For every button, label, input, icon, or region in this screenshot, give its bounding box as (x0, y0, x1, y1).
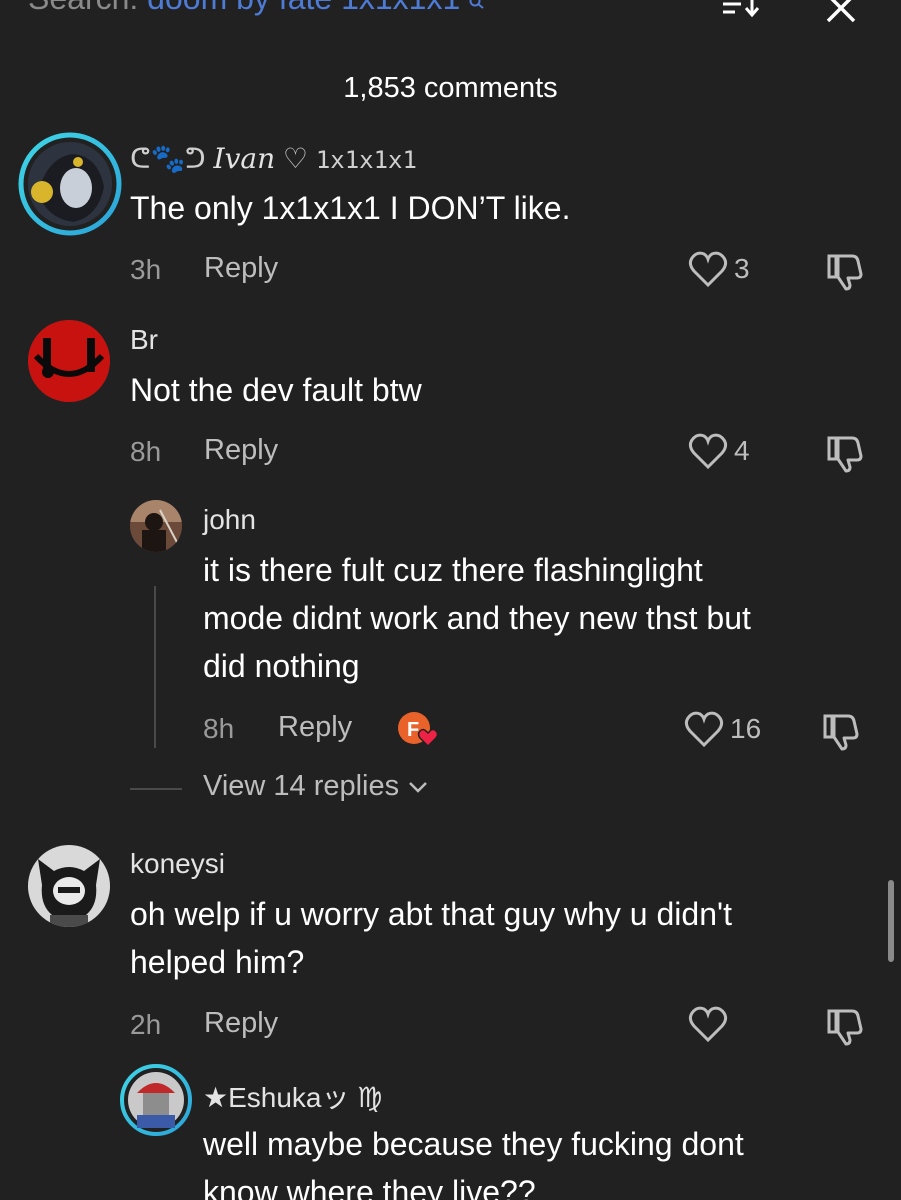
reply-text: it is there fult cuz there flashinglight… (203, 546, 893, 690)
like-count: 3 (734, 253, 750, 284)
comment-time: 8h (130, 436, 162, 467)
comment-text: Not the dev fault btw (130, 372, 422, 408)
like-count: 16 (730, 713, 762, 744)
reply-text-line: mode didnt work and they new thst but (203, 600, 751, 636)
like-button[interactable] (688, 1005, 734, 1043)
username-decoration: ᕦ🐾ᕤ (130, 143, 214, 174)
like-button[interactable]: 16 (684, 710, 761, 748)
thumbs-down-icon (827, 1009, 863, 1046)
avatar[interactable] (130, 500, 182, 552)
search-query[interactable]: doom by fate 1x1x1x1 (147, 0, 460, 16)
comment-text: oh welp if u worry abt that guy why u di… (130, 890, 880, 986)
dislike-button[interactable] (822, 710, 864, 752)
top-actions (721, 0, 861, 28)
thread-line (154, 586, 156, 748)
story-ring-avatar (120, 1064, 192, 1136)
thumbs-down-icon (827, 436, 863, 473)
reply-button[interactable]: Reply (278, 711, 352, 744)
avatar[interactable] (119, 1063, 193, 1137)
creator-liked-badge: F (396, 710, 440, 750)
comment-username[interactable]: ᕦ🐾ᕤ Ivan ♡ 1x1x1x1 (130, 142, 417, 175)
heart-icon (688, 251, 728, 288)
svg-text:F: F (407, 719, 419, 741)
heart-icon (688, 433, 728, 470)
thumbs-down-icon (823, 714, 859, 751)
reply-button[interactable]: Reply (204, 1007, 278, 1040)
reply-time: 8h (203, 713, 235, 744)
reply-username[interactable]: ★Eshukaッ ♍ (203, 1076, 382, 1116)
reply-button[interactable]: Reply (204, 252, 278, 285)
avatar[interactable] (28, 320, 110, 402)
comment-text-line: oh welp if u worry abt that guy why u di… (130, 896, 732, 932)
avatar-image (28, 320, 110, 402)
search-prefix: Search: (28, 0, 147, 16)
reply-text-line: know where they live?? (203, 1174, 536, 1200)
view-replies-button[interactable]: View 14 replies (203, 770, 429, 803)
story-ring-avatar (18, 132, 122, 236)
scrollbar[interactable] (888, 880, 894, 962)
dislike-button[interactable] (826, 250, 868, 292)
avatar-image (28, 845, 110, 927)
search-icon (469, 0, 484, 9)
avatar-image (130, 500, 182, 552)
dislike-button[interactable] (826, 1005, 868, 1047)
heart-icon (684, 711, 724, 748)
reply-text-line: it is there fult cuz there flashinglight (203, 552, 703, 588)
comment-username[interactable]: koneysi (130, 848, 225, 880)
comment-text: The only 1x1x1x1 I DON’T like. (130, 190, 571, 226)
close-icon[interactable] (821, 0, 861, 28)
zodiac-symbol: ♍ (357, 1082, 383, 1113)
comments-screen: Search: doom by fate 1x1x1x1 1,853 comme… (0, 0, 901, 1200)
dislike-button[interactable] (826, 432, 868, 474)
reply-username[interactable]: john (203, 504, 256, 536)
avatar[interactable] (18, 132, 122, 236)
reply-text-line: well maybe because they fucking dont (203, 1126, 744, 1162)
search-bar[interactable]: Search: doom by fate 1x1x1x1 (28, 0, 485, 24)
heart-icon (688, 1006, 728, 1043)
reply-text: well maybe because they fucking dont kno… (203, 1120, 893, 1200)
like-count: 4 (734, 435, 750, 466)
comment-username[interactable]: Br (130, 324, 158, 356)
like-button[interactable]: 3 (688, 250, 750, 288)
comment-count: 1,853 comments (343, 72, 558, 104)
like-button[interactable]: 4 (688, 432, 750, 470)
comment-time: 2h (130, 1009, 162, 1040)
thumbs-down-icon (827, 254, 863, 291)
heart-outline-icon: ♡ (275, 143, 316, 174)
avatar[interactable] (28, 845, 110, 927)
comment-time: 3h (130, 254, 162, 285)
chevron-down-icon (409, 781, 428, 793)
reply-text-line: did nothing (203, 648, 360, 684)
reply-button[interactable]: Reply (204, 434, 278, 467)
view-replies-label: View 14 replies (203, 770, 400, 802)
view-replies-divider (130, 788, 182, 790)
sort-icon[interactable] (721, 0, 761, 28)
comment-text-line: helped him? (130, 944, 305, 980)
creator-heart-icon: F (398, 712, 439, 748)
